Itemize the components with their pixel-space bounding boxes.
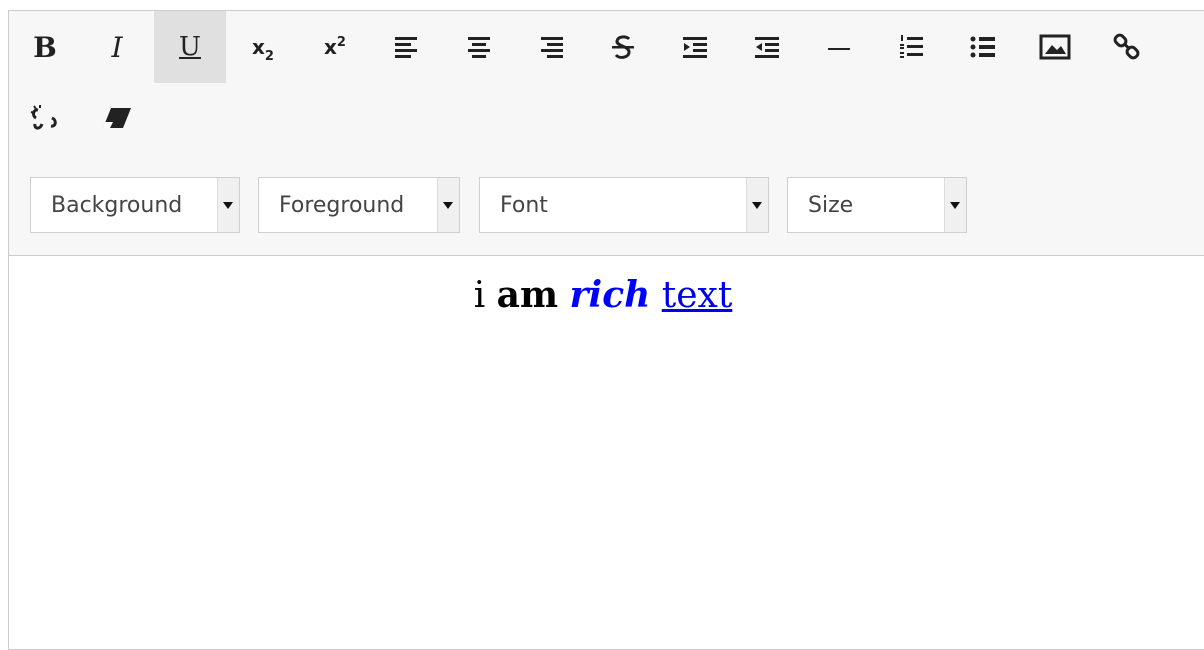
editor-content-area[interactable]: i am rich text [9, 256, 1204, 649]
outdent-button[interactable] [731, 11, 803, 83]
content-paragraph: i am rich text [9, 274, 1197, 316]
bold-icon: B [33, 30, 57, 64]
strikethrough-icon [612, 35, 634, 59]
subscript-icon: x2 [252, 35, 274, 64]
foreground-color-select[interactable]: Foreground [258, 177, 460, 233]
subscript-button[interactable]: x2 [227, 11, 299, 83]
horizontal-rule-button[interactable] [803, 11, 875, 83]
bold-text: am [496, 274, 559, 316]
foreground-select-label: Foreground [279, 192, 405, 218]
italic-button[interactable]: I [81, 11, 153, 83]
background-select-label: Background [51, 192, 183, 218]
underline-button[interactable]: U [154, 11, 226, 83]
italic-icon: I [111, 30, 123, 64]
indent-icon [683, 37, 707, 58]
align-right-icon [541, 37, 563, 58]
indent-button[interactable] [659, 11, 731, 83]
ordered-list-icon [900, 35, 923, 58]
align-center-icon [468, 37, 490, 58]
size-select-label: Size [808, 192, 854, 218]
unordered-list-icon [970, 36, 995, 58]
image-icon [1039, 34, 1071, 60]
unlink-button[interactable] [9, 83, 81, 155]
chevron-down-icon [746, 178, 768, 232]
ordered-list-button[interactable] [875, 11, 947, 83]
superscript-icon: x2 [324, 35, 346, 59]
insert-link-button[interactable] [1091, 11, 1163, 83]
bold-italic-blue-text: rich [569, 274, 651, 316]
eraser-icon [103, 108, 131, 128]
align-left-button[interactable] [371, 11, 443, 83]
insert-image-button[interactable] [1019, 11, 1091, 83]
chevron-down-icon [437, 178, 459, 232]
unordered-list-button[interactable] [947, 11, 1019, 83]
size-select[interactable]: Size [787, 177, 967, 233]
outdent-icon [755, 37, 779, 58]
editor-toolbar: B I U x2 x2 Background Foreground Font S… [9, 11, 1204, 256]
clear-format-button[interactable] [81, 83, 153, 155]
bold-button[interactable]: B [9, 11, 81, 83]
strikethrough-button[interactable] [587, 11, 659, 83]
font-select-label: Font [500, 192, 548, 218]
underline-icon: U [179, 32, 201, 62]
superscript-button[interactable]: x2 [299, 11, 371, 83]
font-select[interactable]: Font [479, 177, 769, 233]
background-color-select[interactable]: Background [30, 177, 240, 233]
hyperlink-text[interactable]: text [662, 275, 733, 316]
align-right-button[interactable] [515, 11, 587, 83]
link-icon [1113, 33, 1140, 60]
chevron-down-icon [944, 178, 966, 232]
align-center-button[interactable] [443, 11, 515, 83]
unlink-icon [30, 105, 57, 130]
plain-text: i [473, 275, 486, 316]
rich-text-editor: B I U x2 x2 Background Foreground Font S… [8, 10, 1204, 650]
horizontal-rule-icon [828, 48, 850, 50]
chevron-down-icon [217, 178, 239, 232]
align-left-icon [395, 37, 417, 58]
